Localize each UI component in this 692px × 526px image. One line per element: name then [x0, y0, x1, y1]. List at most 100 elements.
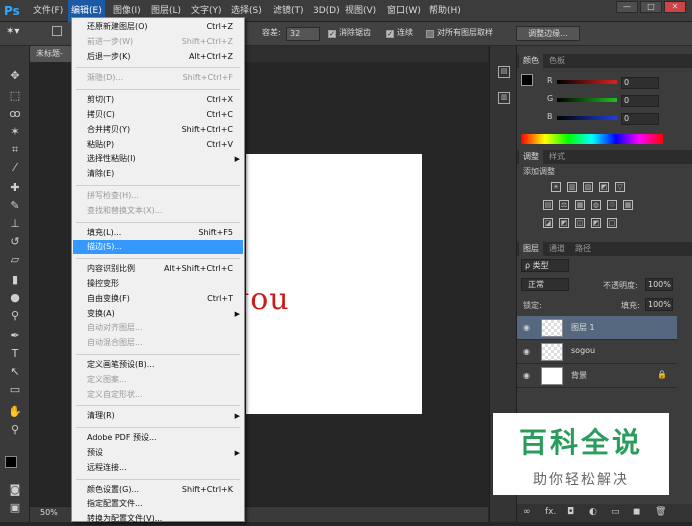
edit-menu-item[interactable]: 后退一步(K) Alt+Ctrl+Z: [73, 50, 243, 64]
edit-menu-item[interactable]: 定义画笔预设(B)...: [73, 358, 243, 372]
tab-channels[interactable]: 通道: [545, 242, 569, 256]
channel-value-input[interactable]: 0: [621, 95, 659, 107]
menu-0[interactable]: 文件(F): [30, 0, 66, 22]
contiguous-checkbox[interactable]: ✓: [386, 30, 394, 38]
antialias-checkbox[interactable]: ✓: [328, 30, 336, 38]
edit-menu-item[interactable]: 填充(L)... Shift+F5: [73, 226, 243, 240]
edit-menu-item[interactable]: Adobe PDF 预设...: [73, 431, 243, 445]
adjustment-icon[interactable]: ◩: [591, 218, 601, 228]
edit-menu-item[interactable]: 远程连接...: [73, 461, 243, 475]
edit-menu-item[interactable]: 预设 ▶: [73, 446, 243, 460]
eraser-tool-icon[interactable]: ▱: [7, 252, 23, 268]
layers-footer-icon[interactable]: ◐: [589, 507, 597, 517]
edit-menu-item[interactable]: 内容识别比例 Alt+Shift+Ctrl+C: [73, 262, 243, 276]
adjustment-icon[interactable]: ⚖: [559, 200, 569, 210]
layers-footer-icon[interactable]: ◼: [633, 507, 640, 517]
channel-slider[interactable]: [557, 116, 617, 120]
dodge-tool-icon[interactable]: ⚲: [7, 308, 23, 324]
adjustment-icon[interactable]: ▥: [567, 182, 577, 192]
adjustment-icon[interactable]: ▦: [623, 200, 633, 210]
history-brush-tool-icon[interactable]: ↺: [7, 234, 23, 250]
tolerance-input[interactable]: 32: [286, 27, 320, 41]
tab-adjustments[interactable]: 调整: [519, 150, 543, 164]
edit-menu-item[interactable]: 拷贝(C) Ctrl+C: [73, 108, 243, 122]
crop-tool-icon[interactable]: ⌗: [7, 142, 23, 158]
layers-footer-icon[interactable]: ▭: [611, 507, 620, 517]
maximize-button[interactable]: □: [640, 1, 662, 13]
history-panel-icon[interactable]: ▤: [498, 66, 510, 78]
layer-row[interactable]: ◉ 背景 🔒: [517, 364, 677, 388]
opacity-input[interactable]: 100%: [645, 278, 673, 291]
channel-slider[interactable]: [557, 98, 617, 102]
adjustment-icon[interactable]: ♲: [607, 200, 617, 210]
minimize-button[interactable]: —: [616, 1, 638, 13]
adjustment-icon[interactable]: ▽: [615, 182, 625, 192]
edit-menu-item[interactable]: 剪切(T) Ctrl+X: [73, 93, 243, 107]
new-selection-icon[interactable]: [52, 26, 62, 36]
pen-tool-icon[interactable]: ✒: [7, 328, 23, 344]
adjustment-icon[interactable]: ◫: [575, 218, 585, 228]
edit-menu-item[interactable]: 描边(S)...: [73, 240, 243, 255]
edit-menu-item[interactable]: 还原新建图层(O) Ctrl+Z: [73, 20, 243, 34]
brush-tool-icon[interactable]: ✎: [7, 198, 23, 214]
menu-6[interactable]: 滤镜(T): [270, 0, 307, 22]
edit-menu-item[interactable]: 颜色设置(G)... Shift+Ctrl+K: [73, 483, 243, 497]
blend-mode-select[interactable]: 正常: [521, 278, 569, 291]
gradient-tool-icon[interactable]: ▮: [7, 272, 23, 288]
adjustment-icon[interactable]: ☀: [551, 182, 561, 192]
edit-menu-item[interactable]: 指定配置文件...: [73, 497, 243, 511]
channel-value-input[interactable]: 0: [621, 113, 659, 125]
tab-swatches[interactable]: 色板: [545, 54, 569, 68]
tab-color[interactable]: 颜色: [519, 54, 543, 68]
path-selection-tool-icon[interactable]: ↖: [7, 364, 23, 380]
menu-10[interactable]: 帮助(H): [426, 0, 464, 22]
fill-input[interactable]: 100%: [645, 298, 673, 311]
edit-menu-item[interactable]: 自由变换(F) Ctrl+T: [73, 292, 243, 306]
clone-stamp-tool-icon[interactable]: ⊥: [7, 216, 23, 232]
document-tab[interactable]: 未标题-: [30, 46, 74, 62]
zoom-level[interactable]: 50%: [40, 508, 58, 517]
close-button[interactable]: ✕: [664, 1, 686, 13]
edit-menu-item[interactable]: 粘贴(P) Ctrl+V: [73, 138, 243, 152]
edit-menu-item[interactable]: 选择性粘贴(I) ▶: [73, 152, 243, 166]
layers-footer-icon[interactable]: ∞: [523, 507, 531, 517]
edit-menu-item[interactable]: 合并拷贝(Y) Shift+Ctrl+C: [73, 123, 243, 137]
rectangle-tool-icon[interactable]: ▭: [7, 382, 23, 398]
screen-mode-icon[interactable]: ▣: [7, 500, 23, 516]
refine-edge-button[interactable]: 调整边缘...: [516, 26, 580, 41]
quick-mask-icon[interactable]: ◙: [7, 482, 23, 498]
adjustment-icon[interactable]: ▢: [607, 218, 617, 228]
channel-slider[interactable]: [557, 80, 617, 84]
zoom-tool-icon[interactable]: ⚲: [7, 422, 23, 438]
adjustment-icon[interactable]: ◪: [543, 218, 553, 228]
edit-menu-item[interactable]: 变换(A) ▶: [73, 307, 243, 321]
adjustment-icon[interactable]: ◍: [591, 200, 601, 210]
adjustment-icon[interactable]: ◩: [599, 182, 609, 192]
marquee-tool-icon[interactable]: ⬚: [7, 88, 23, 104]
layers-footer-icon[interactable]: 🗑: [655, 507, 666, 517]
channel-value-input[interactable]: 0: [621, 77, 659, 89]
type-tool-icon[interactable]: T: [7, 346, 23, 362]
color-spectrum-bar[interactable]: [521, 134, 663, 144]
edit-menu-item[interactable]: 操控变形: [73, 277, 243, 291]
adjustment-icon[interactable]: ▤: [543, 200, 553, 210]
menu-9[interactable]: 窗口(W): [384, 0, 424, 22]
magic-wand-tool-preset-icon[interactable]: ✶▾: [6, 26, 28, 40]
properties-panel-icon[interactable]: ▥: [498, 92, 510, 104]
layer-row[interactable]: ◉ 图层 1: [517, 316, 677, 340]
layers-footer-icon[interactable]: ◘: [567, 507, 574, 517]
edit-menu-item[interactable]: 转换为配置文件(V)...: [73, 512, 243, 526]
tab-paths[interactable]: 路径: [571, 242, 595, 256]
hand-tool-icon[interactable]: ✋: [7, 404, 23, 420]
adjustment-icon[interactable]: ▦: [575, 200, 585, 210]
tab-layers[interactable]: 图层: [519, 242, 543, 256]
foreground-color-swatch[interactable]: [5, 456, 17, 468]
layer-filter-select[interactable]: ρ 类型: [521, 259, 569, 272]
sample-all-layers-checkbox[interactable]: [426, 30, 434, 38]
tab-styles[interactable]: 样式: [545, 150, 569, 164]
adjustment-icon[interactable]: ◩: [559, 218, 569, 228]
edit-menu-item[interactable]: 清除(E): [73, 167, 243, 181]
magic-wand-tool-icon[interactable]: ✶: [7, 124, 23, 140]
menu-7[interactable]: 3D(D): [310, 0, 343, 22]
edit-menu-item[interactable]: 清理(R) ▶: [73, 409, 243, 423]
